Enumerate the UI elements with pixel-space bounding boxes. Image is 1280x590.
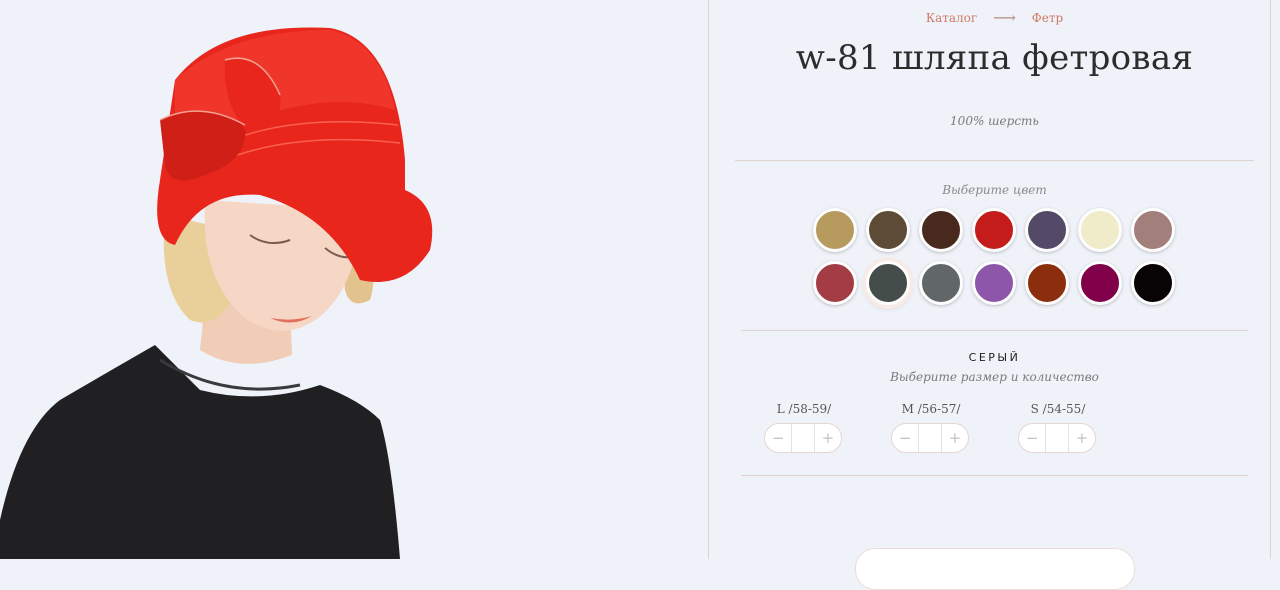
- color-prompt: Выберите цвет: [942, 183, 1047, 197]
- divider: [741, 475, 1248, 476]
- color-swatch[interactable]: [813, 208, 857, 252]
- divider: [741, 330, 1248, 331]
- color-swatch[interactable]: [1078, 208, 1122, 252]
- arrow-right-icon: ⟶: [993, 8, 1016, 27]
- plus-button[interactable]: +: [942, 429, 968, 447]
- size-option-m: M /56-57/ − +: [891, 402, 971, 453]
- quantity-input[interactable]: [918, 424, 942, 452]
- plus-button[interactable]: +: [1069, 429, 1095, 447]
- breadcrumb-link-catalog[interactable]: Каталог: [926, 11, 977, 25]
- color-swatch[interactable]: [1131, 261, 1175, 305]
- panel-border-right: [1270, 0, 1271, 559]
- color-swatch[interactable]: [866, 261, 910, 305]
- product-panel: Каталог ⟶ Фетр w-81 шляпа фетровая 100% …: [721, 0, 1268, 590]
- color-swatch[interactable]: [866, 208, 910, 252]
- quantity-input[interactable]: [791, 424, 815, 452]
- size-option-s: S /54-55/ − +: [1018, 402, 1098, 453]
- add-to-cart-button[interactable]: [855, 548, 1135, 590]
- color-swatch[interactable]: [972, 261, 1016, 305]
- color-swatch[interactable]: [813, 261, 857, 305]
- quantity-input[interactable]: [1045, 424, 1069, 452]
- color-swatches: [813, 208, 1183, 305]
- color-swatch[interactable]: [1078, 261, 1122, 305]
- minus-button[interactable]: −: [892, 429, 918, 447]
- panel-border-left: [708, 0, 709, 559]
- size-prompt: Выберите размер и количество: [890, 370, 1099, 384]
- quantity-stepper: − +: [764, 423, 842, 453]
- plus-button[interactable]: +: [815, 429, 841, 447]
- size-label: M /56-57/: [901, 402, 961, 416]
- color-swatch[interactable]: [1025, 208, 1069, 252]
- color-swatch[interactable]: [919, 208, 963, 252]
- product-material: 100% шерсть: [950, 114, 1039, 128]
- size-option-l: L /58-59/ − +: [764, 402, 844, 453]
- breadcrumb: Каталог ⟶ Фетр: [721, 7, 1268, 27]
- quantity-stepper: − +: [1018, 423, 1096, 453]
- breadcrumb-link-felt[interactable]: Фетр: [1032, 11, 1063, 25]
- size-label: L /58-59/: [776, 402, 832, 416]
- product-photo: [0, 0, 708, 559]
- color-swatch[interactable]: [919, 261, 963, 305]
- quantity-stepper: − +: [891, 423, 969, 453]
- color-swatch[interactable]: [1025, 261, 1069, 305]
- selected-color-name: СЕРЫЙ: [968, 351, 1021, 364]
- size-label: S /54-55/: [1030, 402, 1086, 416]
- color-swatch[interactable]: [972, 208, 1016, 252]
- product-title: w-81 шляпа фетровая: [795, 38, 1194, 78]
- minus-button[interactable]: −: [1019, 429, 1045, 447]
- minus-button[interactable]: −: [765, 429, 791, 447]
- divider: [735, 160, 1254, 161]
- color-swatch[interactable]: [1131, 208, 1175, 252]
